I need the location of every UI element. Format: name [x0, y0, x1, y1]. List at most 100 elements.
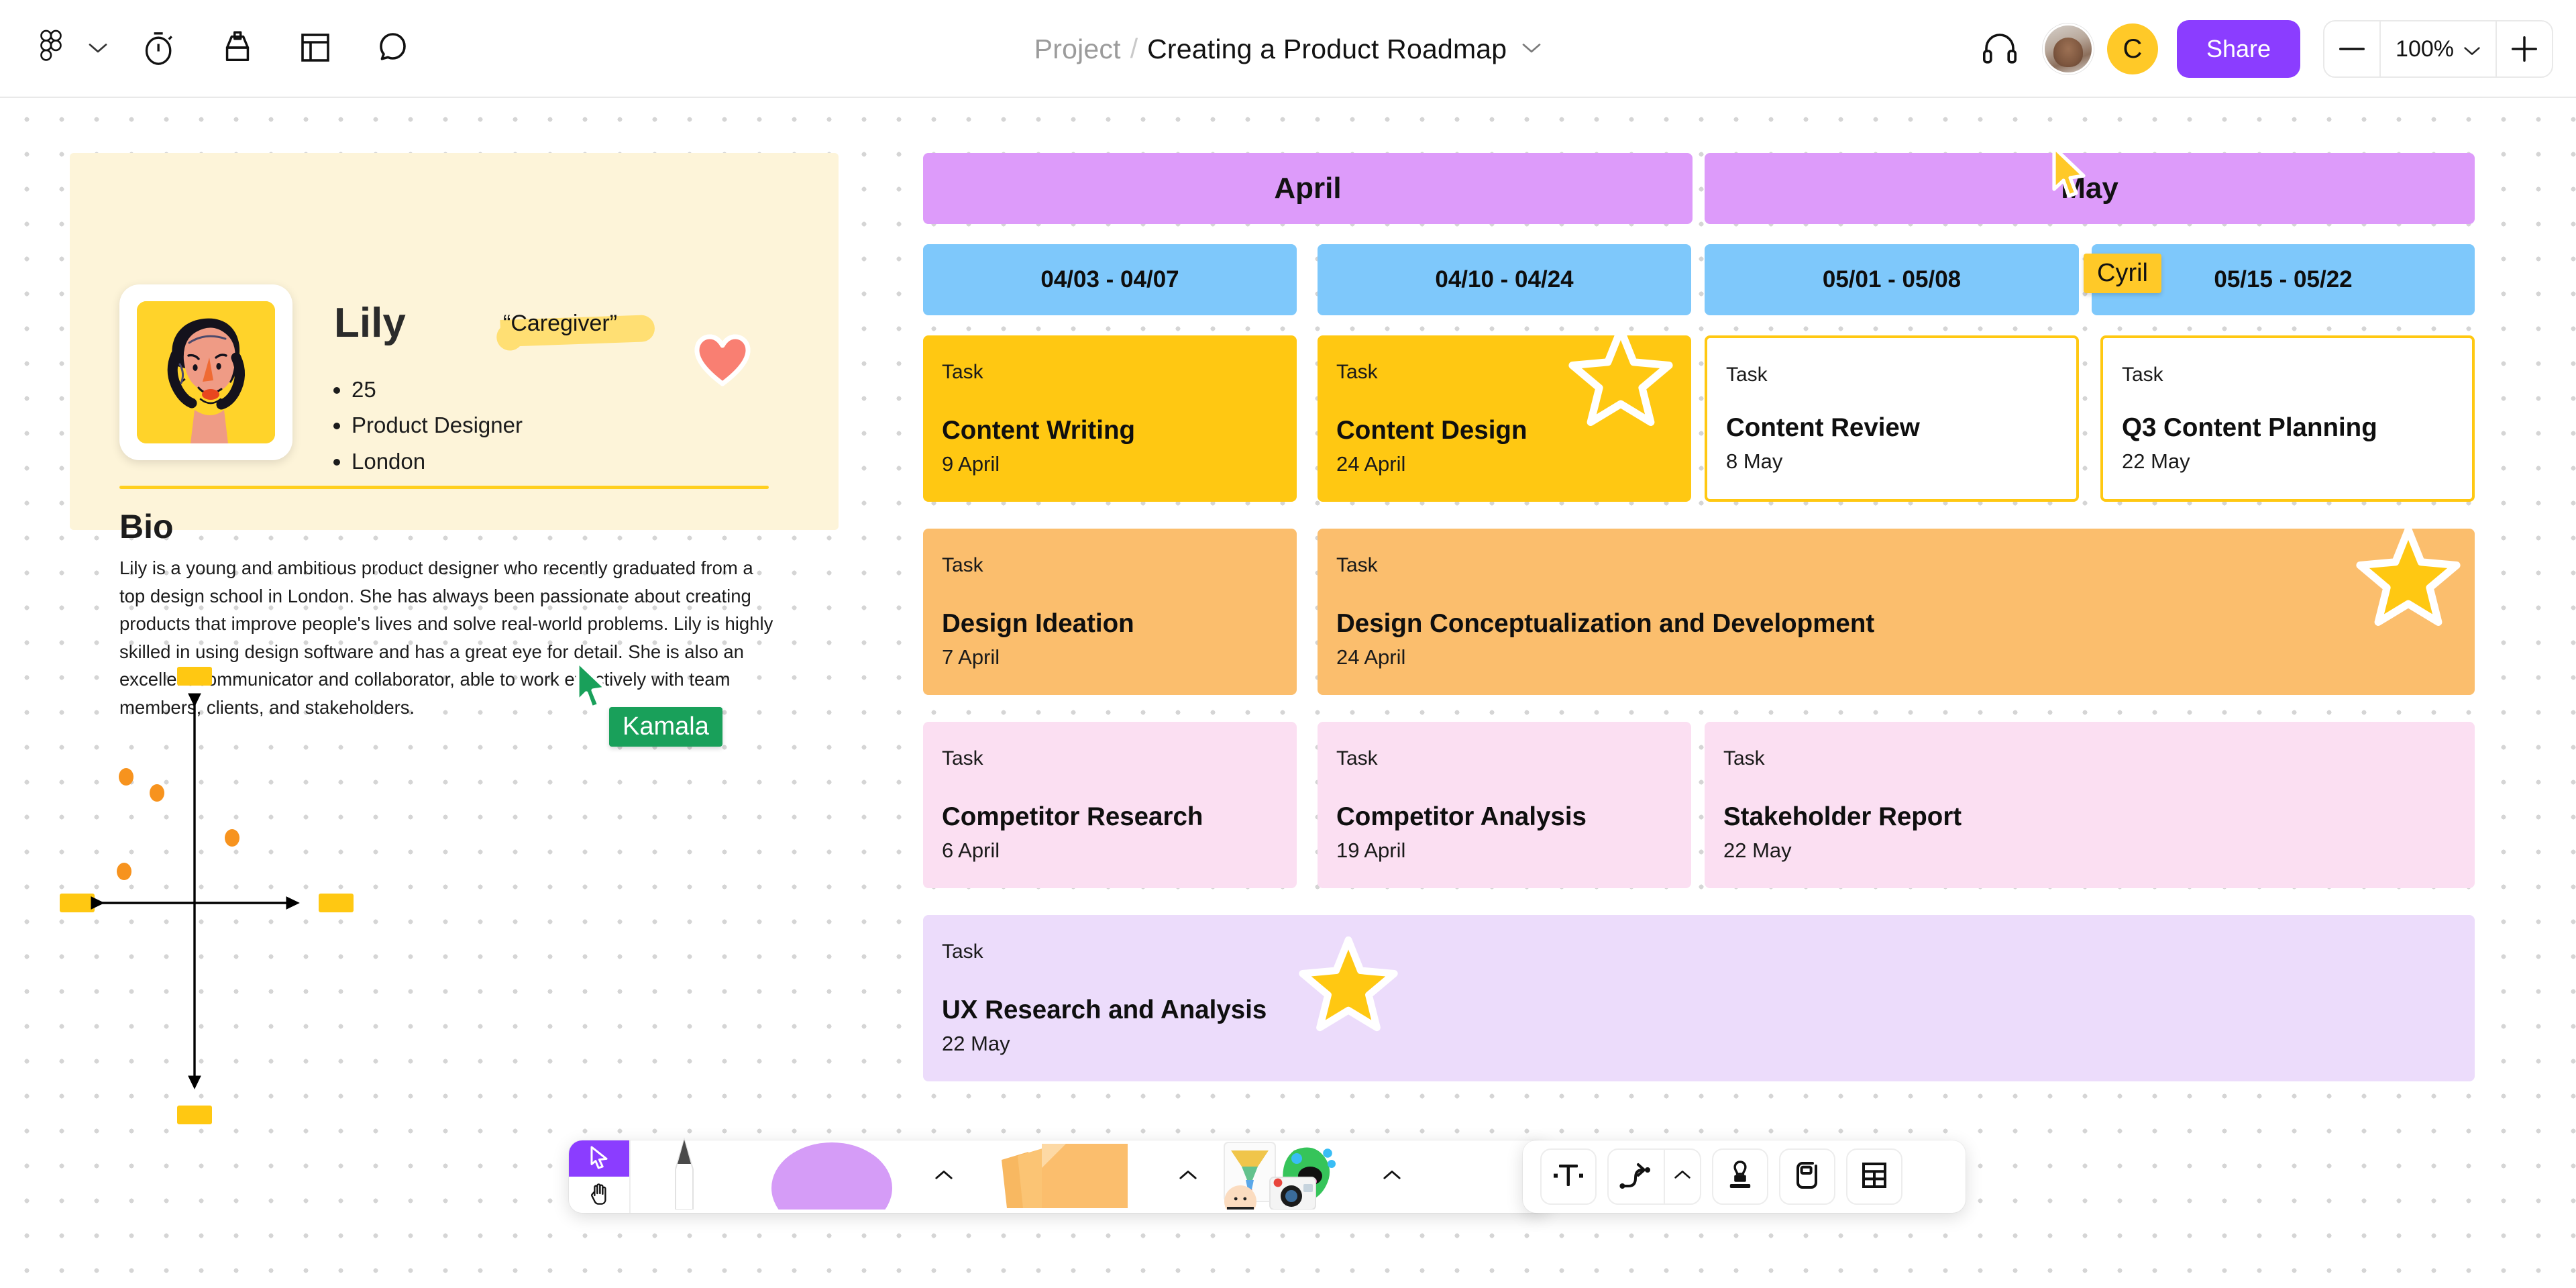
task-title: Design Conceptualization and Development [1336, 609, 1875, 638]
pen-tool-button[interactable] [631, 1137, 738, 1213]
cursor-arrow-icon [588, 1145, 610, 1173]
text-icon [1552, 1161, 1585, 1193]
top-bar: Project / Creating a Product Roadmap C S… [0, 0, 2576, 98]
sticky-note-tool-caret[interactable] [1170, 1140, 1206, 1213]
task-kind: Task [2122, 364, 2163, 386]
star-icon[interactable] [2355, 523, 2462, 630]
task-card-ux-research[interactable]: Task UX Research and Analysis 22 May [923, 915, 2475, 1081]
star-icon[interactable] [1297, 934, 1399, 1035]
zoom-in-button[interactable] [2496, 21, 2552, 76]
hand-icon [588, 1181, 610, 1209]
persona-tag: “Caregiver” [492, 303, 660, 350]
chevron-down-icon [88, 41, 108, 58]
task-title: Content Review [1726, 413, 1920, 442]
zoom-level-label: 100% [2396, 36, 2454, 62]
stamp-tool-button[interactable] [1712, 1148, 1768, 1205]
figjam-menu-caret[interactable] [83, 17, 113, 81]
task-card-content-design[interactable]: Task Content Design 24 April [1318, 326, 1691, 502]
shape-tool-caret[interactable] [926, 1140, 962, 1213]
shape-tool-button[interactable] [738, 1140, 926, 1234]
sticky-note-tool-button[interactable] [962, 1140, 1170, 1213]
timer-icon [142, 29, 177, 70]
persona-tag-label: “Caregiver” [503, 311, 618, 336]
task-kind: Task [942, 941, 983, 963]
pen-icon [664, 1137, 704, 1213]
collab-cursor-label-cyril: Cyril [2084, 254, 2161, 293]
collab-cursor-cyril [2050, 145, 2088, 202]
task-date: 24 April [1336, 645, 1406, 669]
page-title-menu-caret[interactable] [1521, 41, 1542, 58]
timer-button[interactable] [127, 17, 192, 81]
canvas[interactable]: Lily “Caregiver” 25 Product Designer Lon… [0, 98, 2576, 1288]
task-kind: Task [1336, 361, 1378, 383]
breadcrumb-project[interactable]: Project [1034, 34, 1121, 65]
quadrant-chart[interactable] [60, 648, 852, 1185]
heart-icon [694, 334, 751, 386]
task-card-design-conceptualization[interactable]: Task Design Conceptualization and Develo… [1318, 526, 2475, 695]
figjam-logo-button[interactable] [19, 17, 83, 81]
hand-tool-button[interactable] [569, 1177, 629, 1213]
task-date: 19 April [1336, 839, 1406, 862]
star-icon[interactable] [1567, 323, 1674, 430]
persona-name: Lily [334, 300, 406, 346]
widget-icon [1792, 1160, 1822, 1194]
persona-photo-frame [119, 284, 292, 460]
chevron-down-icon [1521, 41, 1542, 58]
task-date: 22 May [942, 1032, 1010, 1055]
task-title: Competitor Research [942, 802, 1203, 831]
bottom-toolbar-secondary [1523, 1140, 1966, 1213]
bottom-toolbar [569, 1137, 1548, 1234]
avatar-initial[interactable]: C [2106, 23, 2158, 74]
chevron-up-icon [934, 1169, 953, 1185]
task-title: Q3 Content Planning [2122, 413, 2377, 442]
zoom-level[interactable]: 100% [2381, 21, 2496, 76]
roadmap-month-april[interactable]: April [923, 153, 1693, 224]
headset-button[interactable] [1968, 17, 2032, 81]
table-tool-button[interactable] [1846, 1148, 1902, 1205]
zoom-out-button[interactable] [2324, 21, 2381, 76]
roadmap-week-1[interactable]: 04/03 - 04/07 [923, 244, 1297, 315]
shape-icon [771, 1142, 892, 1234]
stamp-icon [1725, 1160, 1755, 1194]
connector-tool-caret[interactable] [1665, 1150, 1700, 1203]
task-card-competitor-research[interactable]: Task Competitor Research 6 April [923, 722, 1297, 888]
task-title: Content Design [1336, 416, 1527, 445]
text-tool-button[interactable] [1540, 1148, 1597, 1205]
table-icon [1860, 1160, 1889, 1194]
share-button[interactable]: Share [2176, 20, 2301, 78]
list-item: 25 [352, 372, 523, 407]
widget-tool-button[interactable] [1779, 1148, 1835, 1205]
layout-button[interactable] [283, 17, 347, 81]
persona-attributes: 25 Product Designer London [349, 372, 523, 479]
task-title: UX Research and Analysis [942, 996, 1267, 1024]
page-title[interactable]: Creating a Product Roadmap [1147, 34, 1507, 65]
task-kind: Task [1336, 554, 1378, 576]
task-card-stakeholder-report[interactable]: Task Stakeholder Report 22 May [1705, 722, 2475, 888]
task-card-competitor-analysis[interactable]: Task Competitor Analysis 19 April [1318, 722, 1691, 888]
task-card-content-writing[interactable]: Task Content Writing 9 April [923, 335, 1297, 502]
comment-button[interactable] [361, 17, 425, 81]
task-card-design-ideation[interactable]: Task Design Ideation 7 April [923, 529, 1297, 695]
task-card-content-review[interactable]: Task Content Review 8 May [1705, 335, 2079, 502]
stickers-icon [1216, 1140, 1364, 1218]
roadmap-month-may[interactable]: May [1705, 153, 2475, 224]
task-date: 24 April [1336, 452, 1406, 476]
task-title: Design Ideation [942, 609, 1134, 638]
task-kind: Task [1723, 747, 1765, 769]
music-icon [219, 30, 256, 69]
breadcrumb-separator: / [1130, 32, 1138, 64]
connector-tool-button[interactable] [1607, 1148, 1701, 1205]
music-button[interactable] [205, 17, 270, 81]
stickers-tool-caret[interactable] [1374, 1140, 1410, 1213]
task-date: 8 May [1726, 449, 1783, 473]
chevron-up-icon [1674, 1169, 1691, 1184]
select-tool-button[interactable] [569, 1140, 629, 1177]
chevron-up-icon [1179, 1169, 1197, 1185]
connector-icon [1609, 1150, 1665, 1203]
task-title: Content Writing [942, 416, 1135, 445]
task-card-q3-content-planning[interactable]: Task Q3 Content Planning 22 May [2100, 335, 2475, 502]
roadmap-week-2[interactable]: 04/10 - 04/24 [1318, 244, 1691, 315]
stickers-tool-button[interactable] [1206, 1140, 1374, 1218]
roadmap-week-3[interactable]: 05/01 - 05/08 [1705, 244, 2079, 315]
avatar[interactable] [2042, 23, 2094, 74]
